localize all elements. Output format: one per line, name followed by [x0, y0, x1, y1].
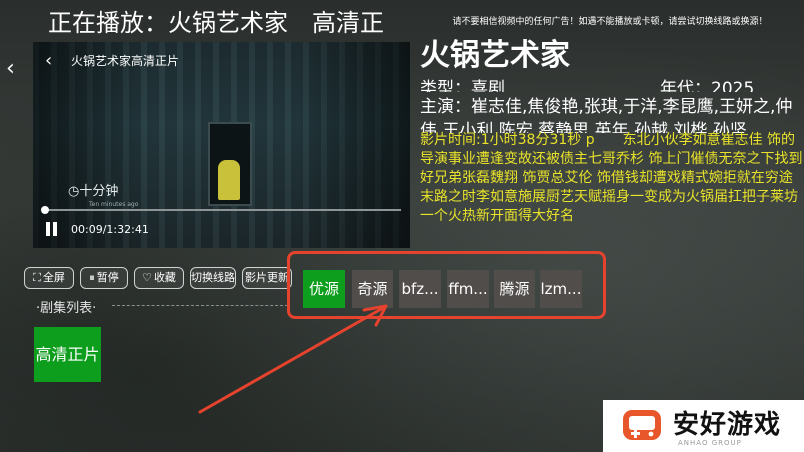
gamepad-icon	[623, 410, 661, 440]
logo-name: 安好游戏	[673, 410, 782, 440]
annotation-arrow	[198, 304, 388, 414]
logo-subtitle: ANHAO GROUP	[678, 439, 742, 447]
watermark-logo: 安好游戏 ANHAO GROUP	[603, 400, 804, 452]
